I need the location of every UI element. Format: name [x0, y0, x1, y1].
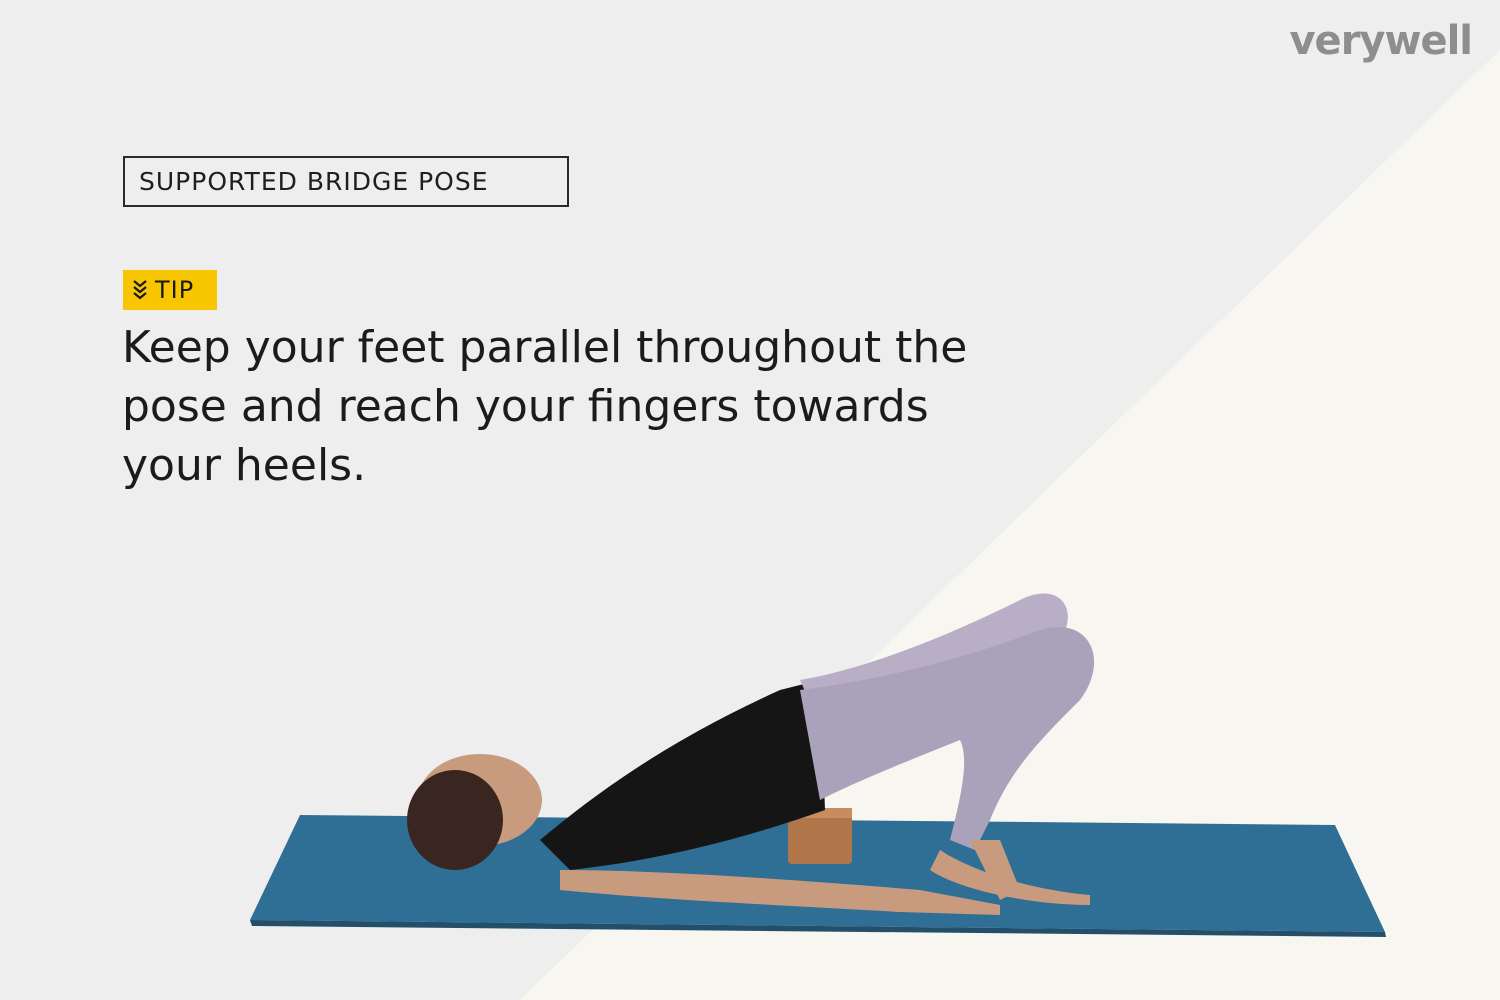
chevrons-down-icon [133, 280, 147, 300]
bridge-pose-photo [250, 593, 1386, 937]
pose-title: SUPPORTED BRIDGE POSE [139, 167, 489, 196]
tip-text: Keep your feet parallel throughout the p… [122, 322, 968, 491]
tip-badge-label: TIP [155, 276, 195, 304]
tip-badge: TIP [123, 270, 217, 310]
brand-logo: verywell [1289, 18, 1473, 64]
pose-title-box: SUPPORTED BRIDGE POSE [123, 156, 569, 207]
